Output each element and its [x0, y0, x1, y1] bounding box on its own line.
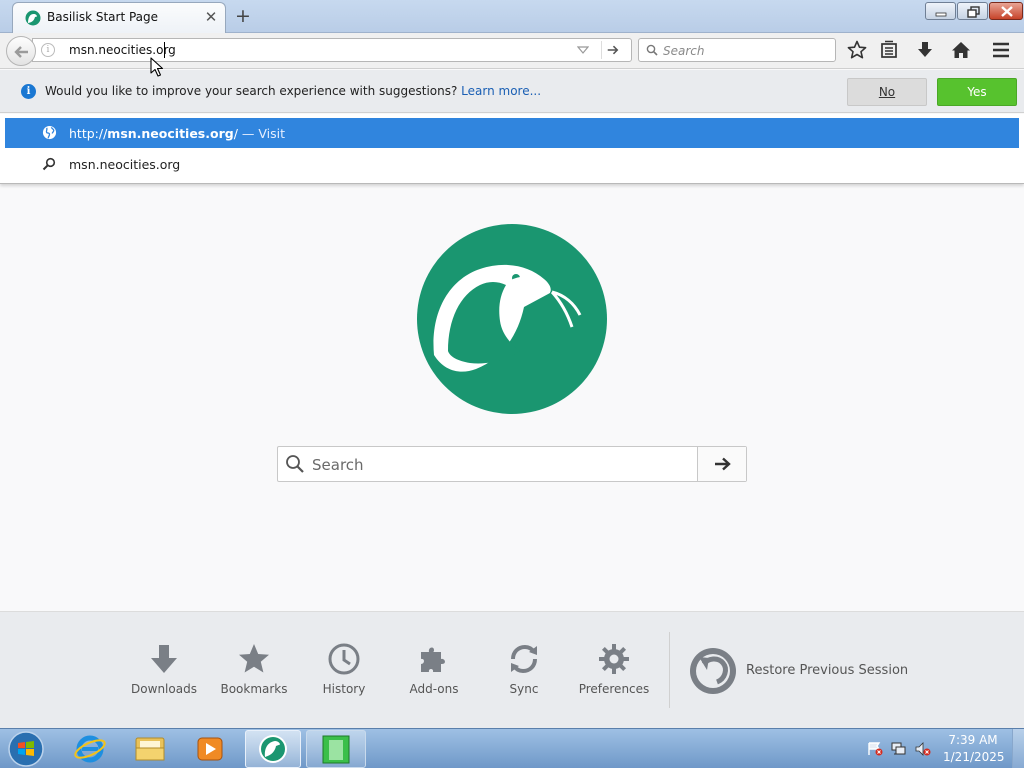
visit-action-label: — Visit	[241, 126, 286, 141]
clock-date[interactable]: 1/21/2025	[943, 750, 1005, 764]
main-search-go-button[interactable]	[697, 447, 746, 481]
minimize-icon	[935, 12, 947, 17]
download-icon[interactable]	[914, 39, 936, 61]
other-app-taskbar-button[interactable]	[306, 730, 366, 768]
yes-button[interactable]: Yes	[937, 78, 1017, 106]
launcher-history[interactable]: History	[302, 642, 386, 704]
restore-down-icon	[967, 6, 980, 18]
tab-close-icon[interactable]: ✕	[203, 8, 219, 26]
notification-message-line: Would you like to improve your search ex…	[45, 84, 541, 98]
learn-more-link[interactable]: Learn more...	[461, 84, 541, 98]
info-icon: i	[21, 84, 36, 99]
autocomplete-visit-row[interactable]: http://msn.neocities.org/ — Visit	[5, 118, 1019, 148]
restore-session-label: Restore Previous Session	[746, 663, 909, 678]
launcher-label: Sync	[509, 682, 539, 696]
go-arrow-icon[interactable]	[601, 41, 623, 59]
url-input[interactable]: msn.neocities.org	[69, 43, 176, 57]
back-arrow-icon	[14, 46, 28, 58]
search-icon	[646, 44, 658, 56]
launcher-label: History	[322, 682, 366, 696]
basilisk-logo	[417, 224, 607, 414]
back-button[interactable]	[6, 36, 36, 66]
network-icon[interactable]	[891, 742, 907, 756]
launcher-label: Downloads	[131, 682, 197, 696]
internet-explorer-taskbar-icon[interactable]	[62, 730, 118, 768]
clock-icon	[328, 643, 360, 675]
sync-icon	[511, 644, 537, 674]
visit-url-host: msn.neocities.org	[107, 126, 234, 141]
hamburger-menu-icon[interactable]	[990, 39, 1012, 61]
volume-muted-icon[interactable]	[915, 742, 931, 756]
url-bar[interactable]: i msn.neocities.org	[32, 38, 632, 62]
search-bar[interactable]: Search	[638, 38, 836, 62]
search-placeholder: Search	[663, 44, 705, 58]
mouse-cursor-icon	[150, 57, 164, 77]
launcher-label: Add-ons	[409, 682, 459, 696]
visit-url-suffix: /	[233, 126, 238, 141]
restore-session-button[interactable]: Restore Previous Session	[688, 646, 928, 696]
search-icon	[286, 455, 304, 473]
start-orb-icon[interactable]	[6, 730, 46, 768]
main-search-box[interactable]: Search	[277, 446, 747, 482]
url-autocomplete-popup: http://msn.neocities.org/ — Visit msn.ne…	[0, 114, 1024, 184]
windows-taskbar: 7:39 AM 1/21/2025	[0, 728, 1024, 768]
launcher-sync[interactable]: Sync	[482, 642, 566, 704]
close-icon	[1001, 6, 1013, 17]
file-explorer-taskbar-icon[interactable]	[122, 730, 178, 768]
star-icon	[239, 644, 269, 673]
puzzle-icon	[421, 647, 445, 672]
no-button[interactable]: No	[847, 78, 927, 106]
new-tab-button[interactable]: +	[232, 4, 254, 28]
start-page-launcher: Downloads Bookmarks History Add-ons Sync…	[0, 611, 1024, 728]
notification-message: Would you like to improve your search ex…	[45, 84, 458, 98]
launcher-preferences[interactable]: Preferences	[572, 642, 656, 704]
magnifier-icon	[42, 157, 56, 171]
launcher-downloads[interactable]: Downloads	[122, 642, 206, 704]
main-search-input[interactable]: Search	[312, 456, 364, 474]
visit-url-prefix: http://	[69, 126, 108, 141]
minimize-button[interactable]	[925, 2, 956, 20]
launcher-bookmarks[interactable]: Bookmarks	[212, 642, 296, 704]
basilisk-taskbar-icon	[259, 735, 287, 763]
basilisk-taskbar-button[interactable]	[245, 730, 301, 768]
launcher-addons[interactable]: Add-ons	[392, 642, 476, 704]
url-history-dropdown-icon[interactable]	[577, 44, 589, 56]
close-window-button[interactable]	[989, 2, 1023, 20]
launcher-divider	[669, 632, 670, 708]
download-arrow-icon	[151, 645, 177, 673]
autocomplete-search-row[interactable]: msn.neocities.org	[5, 150, 1019, 180]
go-arrow-icon	[715, 457, 731, 471]
basilisk-favicon-icon	[25, 10, 41, 26]
visit-url-line: http://msn.neocities.org/ — Visit	[69, 126, 285, 141]
search-suggestion-text: msn.neocities.org	[69, 157, 181, 172]
gear-icon	[599, 644, 629, 674]
tab-basilisk-start-page[interactable]: Basilisk Start Page ✕	[12, 2, 226, 33]
media-player-taskbar-icon[interactable]	[182, 730, 238, 768]
bookmark-star-icon[interactable]	[846, 39, 868, 61]
restore-down-button[interactable]	[957, 2, 988, 20]
clock-time[interactable]: 7:39 AM	[943, 733, 1003, 747]
title-bar: Basilisk Start Page ✕ +	[0, 0, 1024, 33]
globe-icon	[42, 125, 57, 140]
tab-title: Basilisk Start Page	[47, 10, 159, 24]
launcher-label: Preferences	[578, 682, 650, 696]
bookmarks-library-icon[interactable]	[878, 39, 900, 61]
green-window-icon	[322, 735, 350, 764]
show-desktop-button[interactable]	[1012, 729, 1024, 768]
home-icon[interactable]	[950, 39, 972, 61]
site-info-icon[interactable]: i	[41, 43, 55, 57]
action-center-flag-icon[interactable]	[867, 742, 883, 756]
restore-session-icon	[690, 648, 736, 694]
launcher-label: Bookmarks	[220, 682, 288, 696]
text-cursor	[164, 42, 165, 58]
